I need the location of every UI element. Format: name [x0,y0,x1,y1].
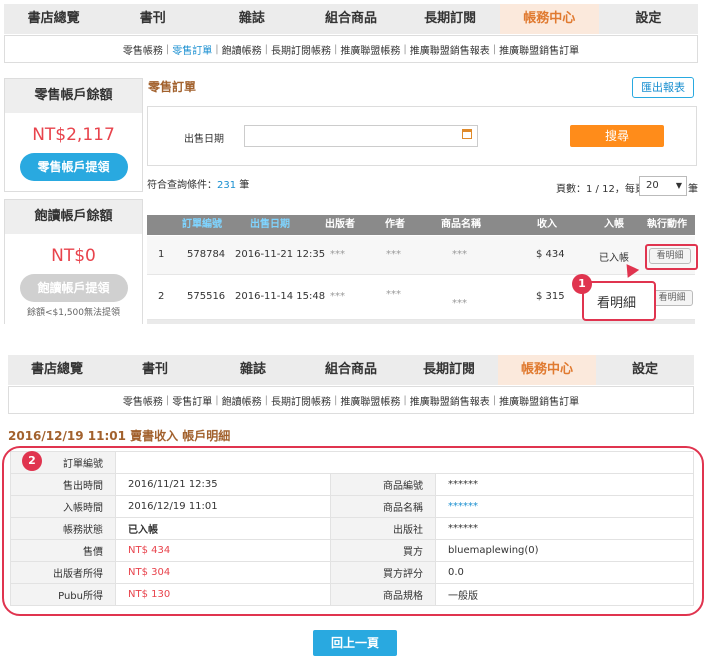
nav-item-books[interactable]: 書刊 [106,355,204,385]
col-order-no[interactable]: 訂單編號 [182,215,222,235]
retail-balance-amount: NT$2,117 [32,125,115,145]
view-detail-button[interactable]: 看明細 [651,290,693,306]
retail-balance-box: 零售帳戶餘額 NT$2,117 零售帳戶提領 [4,78,143,192]
subnav-subscription[interactable]: 長期訂閱帳務 [271,42,331,57]
row2-publisher: *** [330,291,345,302]
search-button[interactable]: 搜尋 [570,125,664,147]
col-action: 執行動作 [647,219,687,230]
sub-nav-top: 零售帳務 | 零售訂單 | 飽讀帳務 | 長期訂閱帳務 | 推廣聯盟帳務 | 推廣聯盟銷售… [4,35,698,63]
row2-author: *** [386,289,401,300]
per-page-value: 20 [646,180,659,191]
detail-title: 2016/12/19 11:01 賣書收入 帳戶明細 [8,429,231,443]
nav-item-settings[interactable]: 設定 [596,355,694,385]
col-product: 商品名稱 [441,219,481,230]
nav-item-books[interactable]: 書刊 [103,4,202,34]
bao-balance-title: 飽讀帳戶餘額 [5,200,142,234]
chevron-down-icon: ▼ [675,181,682,190]
bao-withdraw-button: 飽讀帳戶提領 [19,274,128,302]
calendar-icon[interactable] [462,129,472,139]
orders-table-header: 訂單編號 出售日期 出版者 作者 商品名稱 收入 入帳 執行動作 [147,215,695,235]
per-page-suffix: 筆 [688,184,698,195]
subnav-retail[interactable]: 零售帳務 [123,42,163,57]
main-nav-top: 書店總覽 書刊 雜誌 組合商品 長期訂閱 帳務中心 設定 [4,4,698,34]
nav-item-bundles[interactable]: 組合商品 [302,355,400,385]
back-button[interactable]: 回上一頁 [313,630,397,656]
nav-item-overview[interactable]: 書店總覽 [8,355,106,385]
per-page-select[interactable]: 20 ▼ [639,176,687,196]
row1-order: 578784 [187,249,226,260]
row2-date: 2016-11-14 15:48 [235,291,326,302]
row2-income: $ 315 [536,291,565,302]
match-suffix: 筆 [239,180,250,191]
subnav-bao[interactable]: 飽讀帳務 [222,42,262,57]
nav-item-bundles[interactable]: 組合商品 [301,4,400,34]
subnav-retail[interactable]: 零售帳務 [123,393,163,408]
subnav-affiliate[interactable]: 推廣聯盟帳務 [340,393,400,408]
bao-balance-box: 飽讀帳戶餘額 NT$0 飽讀帳戶提領 餘額<$1,500無法提領 [4,199,143,324]
nav-item-subscription[interactable]: 長期訂閱 [400,355,498,385]
main-nav-bottom: 書店總覽 書刊 雜誌 組合商品 長期訂閱 帳務中心 設定 [8,355,694,385]
sub-nav-bottom: 零售帳務 | 零售訂單 | 飽讀帳務 | 長期訂閱帳務 | 推廣聯盟帳務 | 推廣聯盟銷售… [8,386,694,414]
row1-publisher: *** [330,249,345,260]
bao-balance-amount: NT$0 [51,246,96,266]
match-prefix: 符合查詢條件： [147,180,217,191]
subnav-bao[interactable]: 飽讀帳務 [222,393,262,408]
row1-income: $ 434 [536,249,565,260]
col-income: 收入 [537,219,557,230]
subnav-affiliate-orders[interactable]: 推廣聯盟銷售訂單 [499,42,579,57]
callout-badge-2: 2 [22,451,42,471]
row1-no: 1 [158,249,165,260]
match-count: 231 [217,180,237,191]
row1-status: 已入帳 [599,253,629,264]
col-author: 作者 [385,219,405,230]
nav-item-magazines[interactable]: 雜誌 [202,4,301,34]
callout-badge-1: 1 [572,274,592,294]
retail-withdraw-button[interactable]: 零售帳戶提領 [19,153,128,181]
nav-item-subscription[interactable]: 長期訂閱 [401,4,500,34]
row2-product: *** [452,298,467,309]
row2-order: 575516 [187,291,226,302]
subnav-affiliate[interactable]: 推廣聯盟帳務 [340,42,400,57]
row2-no: 2 [158,291,165,302]
match-info: 符合查詢條件：231 筆 [147,176,249,191]
subnav-retail-orders[interactable]: 零售訂單 [172,42,212,57]
nav-item-accounting[interactable]: 帳務中心 [499,4,599,34]
col-status: 入帳 [604,219,624,230]
subnav-affiliate-report[interactable]: 推廣聯盟銷售報表 [410,42,490,57]
row1-author: *** [386,249,401,260]
row1-product: *** [452,249,467,260]
nav-item-overview[interactable]: 書店總覽 [4,4,103,34]
subnav-subscription[interactable]: 長期訂閱帳務 [271,393,331,408]
retail-balance-title: 零售帳戶餘額 [5,79,142,113]
orders-title: 零售訂單 [148,80,197,94]
subnav-retail-orders[interactable]: 零售訂單 [172,393,212,408]
subnav-affiliate-orders[interactable]: 推廣聯盟銷售訂單 [499,393,579,408]
callout-label: 看明細 [597,296,637,311]
sale-date-label: 出售日期 [184,134,224,145]
page-info: 頁數：1 / 12，每頁 [556,184,645,195]
sale-date-input[interactable] [244,125,478,147]
nav-item-accounting[interactable]: 帳務中心 [498,355,596,385]
bao-withdraw-note: 餘額<$1,500無法提領 [26,308,121,318]
highlight-box [2,446,704,616]
subnav-affiliate-report[interactable]: 推廣聯盟銷售報表 [410,393,490,408]
highlight-box [645,244,698,270]
export-report-button[interactable]: 匯出報表 [632,77,694,98]
row1-date: 2016-11-21 12:35 [235,249,326,260]
nav-item-magazines[interactable]: 雜誌 [204,355,302,385]
nav-item-settings[interactable]: 設定 [599,4,698,34]
col-sale-date[interactable]: 出售日期 [250,215,290,235]
col-publisher: 出版者 [325,219,355,230]
